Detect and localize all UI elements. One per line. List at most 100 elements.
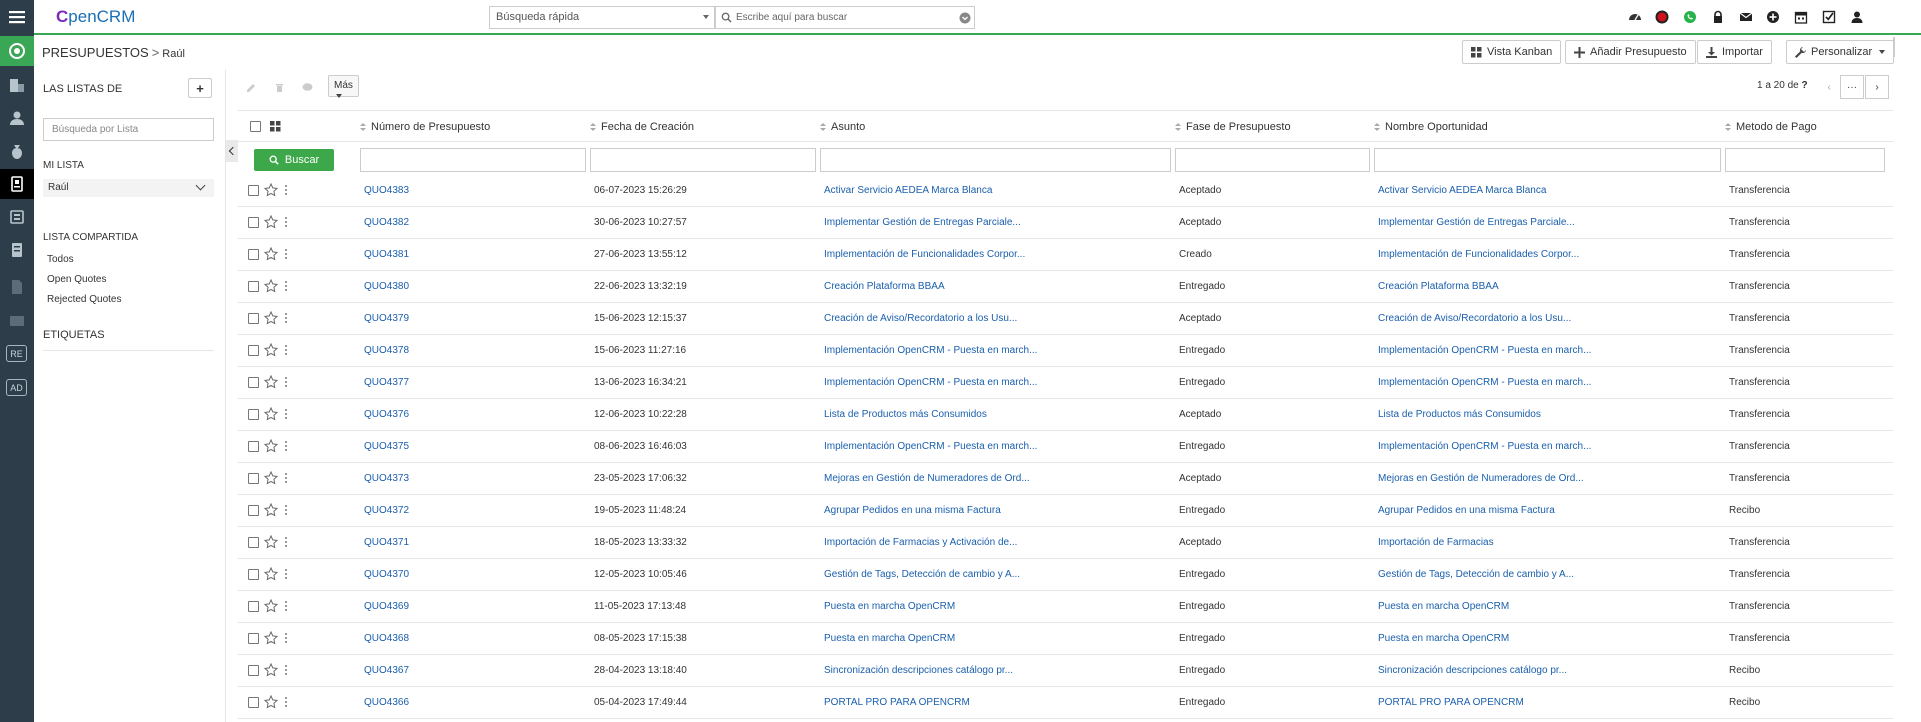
breadcrumb-module[interactable]: PRESUPUESTOS — [42, 45, 149, 60]
table-row[interactable]: QUO4379 15-06-2023 12:15:37 Creación de Av… — [238, 303, 1893, 335]
import-button[interactable]: Importar — [1697, 40, 1772, 64]
row-checkbox[interactable] — [248, 569, 259, 580]
table-row[interactable]: QUO4366 05-04-2023 17:49:44 PORTAL PRO PAR… — [238, 687, 1893, 719]
opencrm-logo[interactable]: CpenCRM — [56, 7, 135, 27]
column-header-number[interactable]: Número de Presupuesto — [360, 121, 490, 133]
row-checkbox[interactable] — [248, 377, 259, 388]
opportunity-link[interactable]: Gestión de Tags, Detección de cambio y A… — [1378, 569, 1574, 580]
shared-list-item[interactable]: Rejected Quotes — [47, 294, 122, 305]
subject-link[interactable]: Puesta en marcha OpenCRM — [824, 601, 955, 612]
opportunity-link[interactable]: Implementar Gestión de Entregas Parciale… — [1378, 217, 1575, 228]
filter-payment-input[interactable] — [1725, 148, 1885, 172]
row-checkbox[interactable] — [248, 185, 259, 196]
opportunity-link[interactable]: Activar Servicio AEDEA Marca Blanca — [1378, 185, 1546, 196]
subject-link[interactable]: Creación Plataforma BBAA — [824, 281, 945, 292]
kanban-view-button[interactable]: Vista Kanban — [1462, 40, 1562, 64]
orders-icon[interactable] — [0, 202, 34, 232]
star-icon[interactable] — [264, 663, 278, 677]
quote-number-link[interactable]: QUO4370 — [364, 569, 409, 580]
row-menu-icon[interactable] — [284, 375, 288, 389]
table-row[interactable]: QUO4375 08-06-2023 16:46:03 Implementación… — [238, 431, 1893, 463]
row-checkbox[interactable] — [248, 217, 259, 228]
row-menu-icon[interactable] — [284, 343, 288, 357]
quotes-icon[interactable] — [0, 169, 34, 199]
add-list-button[interactable]: + — [188, 78, 212, 98]
row-menu-icon[interactable] — [284, 215, 288, 229]
opportunity-link[interactable]: Implementación OpenCRM - Puesta en march… — [1378, 441, 1591, 452]
dashboard-icon[interactable] — [1627, 9, 1643, 25]
search-options-icon[interactable] — [956, 9, 974, 27]
mail-icon[interactable] — [1738, 9, 1754, 25]
column-header-phase[interactable]: Fase de Presupuesto — [1175, 121, 1291, 133]
quote-number-link[interactable]: QUO4383 — [364, 185, 409, 196]
rail-box-re[interactable]: RE — [6, 345, 27, 362]
table-row[interactable]: QUO4377 13-06-2023 16:34:21 Implementación… — [238, 367, 1893, 399]
record-icon[interactable] — [1654, 9, 1670, 25]
row-checkbox[interactable] — [248, 633, 259, 644]
contact-icon[interactable] — [0, 103, 34, 133]
scrollbar[interactable] — [1893, 37, 1895, 57]
subject-link[interactable]: Implementación OpenCRM - Puesta en march… — [824, 441, 1037, 452]
quote-number-link[interactable]: QUO4381 — [364, 249, 409, 260]
row-checkbox[interactable] — [248, 313, 259, 324]
table-row[interactable]: QUO4378 15-06-2023 11:27:16 Implementación… — [238, 335, 1893, 367]
star-icon[interactable] — [264, 343, 278, 357]
opportunity-link[interactable]: Puesta en marcha OpenCRM — [1378, 633, 1509, 644]
subject-link[interactable]: Implementación de Funcionalidades Corpor… — [824, 249, 1025, 260]
previous-page-button[interactable]: ‹ — [1817, 75, 1841, 99]
customize-button[interactable]: Personalizar — [1786, 40, 1895, 64]
filter-phase-input[interactable] — [1175, 148, 1370, 172]
search-button[interactable]: Buscar — [254, 149, 334, 171]
table-row[interactable]: QUO4370 12-05-2023 10:05:46 Gestión de Tag… — [238, 559, 1893, 591]
quick-search-select[interactable]: Búsqueda rápida — [489, 6, 715, 29]
quote-number-link[interactable]: QUO4373 — [364, 473, 409, 484]
filter-number-input[interactable] — [360, 148, 586, 172]
user-icon[interactable] — [1849, 9, 1865, 25]
row-checkbox[interactable] — [248, 697, 259, 708]
opportunity-link[interactable]: Sincronización descripciones catálogo pr… — [1378, 665, 1567, 676]
shared-list-item[interactable]: Todos — [47, 254, 74, 265]
subject-link[interactable]: Activar Servicio AEDEA Marca Blanca — [824, 185, 992, 196]
row-checkbox[interactable] — [248, 665, 259, 676]
pagination-total[interactable]: ? — [1802, 80, 1808, 91]
column-header-payment[interactable]: Metodo de Pago — [1725, 121, 1817, 133]
my-list-select[interactable]: Raúl — [43, 179, 214, 197]
star-icon[interactable] — [264, 183, 278, 197]
money-bag-icon[interactable] — [0, 137, 34, 167]
row-menu-icon[interactable] — [284, 631, 288, 645]
edit-button[interactable] — [238, 75, 264, 99]
star-icon[interactable] — [264, 567, 278, 581]
star-icon[interactable] — [264, 695, 278, 709]
opportunity-link[interactable]: Importación de Farmacias — [1378, 537, 1494, 548]
row-checkbox[interactable] — [248, 505, 259, 516]
select-all-checkbox[interactable] — [250, 121, 261, 132]
star-icon[interactable] — [264, 279, 278, 293]
whatsapp-icon[interactable] — [1682, 9, 1698, 25]
row-menu-icon[interactable] — [284, 695, 288, 709]
opportunity-link[interactable]: Agrupar Pedidos en una misma Factura — [1378, 505, 1555, 516]
quote-number-link[interactable]: QUO4372 — [364, 505, 409, 516]
table-row[interactable]: QUO4383 06-07-2023 15:26:29 Activar Servic… — [238, 175, 1893, 207]
add-quote-button[interactable]: Añadir Presupuesto — [1565, 40, 1696, 64]
quote-number-link[interactable]: QUO4380 — [364, 281, 409, 292]
document-edit-icon[interactable] — [0, 272, 34, 302]
table-row[interactable]: QUO4369 11-05-2023 17:13:48 Puesta en marc… — [238, 591, 1893, 623]
lock-icon[interactable] — [1710, 9, 1726, 25]
opportunity-link[interactable]: Creación Plataforma BBAA — [1378, 281, 1499, 292]
opportunity-link[interactable]: Puesta en marcha OpenCRM — [1378, 601, 1509, 612]
row-menu-icon[interactable] — [284, 407, 288, 421]
filter-subject-input[interactable] — [820, 148, 1171, 172]
row-menu-icon[interactable] — [284, 439, 288, 453]
add-circle-icon[interactable] — [1765, 9, 1781, 25]
table-row[interactable]: QUO4382 30-06-2023 10:27:57 Implementar Ge… — [238, 207, 1893, 239]
checkbox-icon[interactable] — [1821, 9, 1837, 25]
subject-link[interactable]: Importación de Farmacias y Activación de… — [824, 537, 1017, 548]
delete-button[interactable] — [266, 75, 292, 99]
row-menu-icon[interactable] — [284, 311, 288, 325]
row-checkbox[interactable] — [248, 345, 259, 356]
building-icon[interactable] — [0, 70, 34, 100]
table-row[interactable]: QUO4376 12-06-2023 10:22:28 Lista de Produ… — [238, 399, 1893, 431]
subject-link[interactable]: Gestión de Tags, Detección de cambio y A… — [824, 569, 1020, 580]
star-icon[interactable] — [264, 535, 278, 549]
opportunity-link[interactable]: Lista de Productos más Consumidos — [1378, 409, 1541, 420]
